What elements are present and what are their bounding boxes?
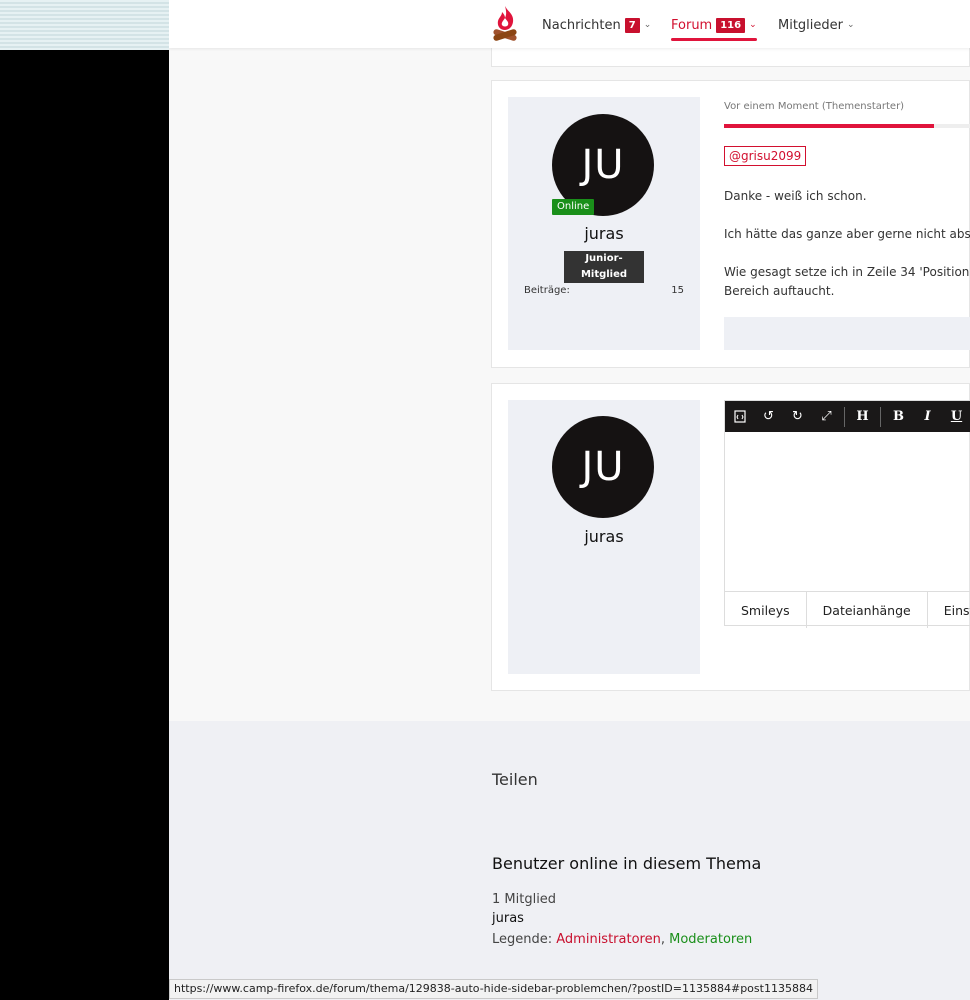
redo-icon[interactable]: ↻ — [783, 401, 812, 432]
toolbar-divider — [844, 406, 845, 427]
editor-toolbar: ↺ ↻ ⤢ H B I U — [725, 401, 970, 432]
browser-status-url: https://www.camp-firefox.de/forum/thema/… — [169, 979, 818, 999]
reply-form-card: JU juras ↺ ↻ ⤢ H B I U Smileys Dateianhä… — [491, 383, 970, 691]
undo-icon[interactable]: ↺ — [754, 401, 783, 432]
nav-forum-count: 116 — [716, 17, 746, 33]
post-line: Bereich auftaucht. — [724, 284, 835, 298]
post-timestamp[interactable]: Vor einem Moment (Themenstarter) — [724, 101, 904, 112]
stats-label: Beiträge: — [524, 285, 570, 296]
forum-post: JU Online juras Junior-Mitglied Beiträge… — [491, 80, 970, 368]
bold-button[interactable]: B — [884, 401, 913, 432]
chevron-down-icon: ⌄ — [847, 20, 855, 30]
avatar[interactable]: JU — [552, 416, 654, 518]
post-line: Wie gesagt setze ich in Zeile 34 'Positi… — [724, 265, 970, 279]
user-legend: Legende: Administratoren, Moderatoren — [492, 932, 752, 947]
expand-icon[interactable]: ⤢ — [812, 401, 841, 432]
nav-forum[interactable]: Forum 116 ⌄ — [671, 15, 757, 41]
editor-tabs: Smileys Dateianhänge Einste — [725, 591, 970, 628]
left-background-stripe — [0, 0, 169, 50]
online-status-badge: Online — [552, 199, 595, 215]
author-post-stats: Beiträge: 15 — [524, 285, 684, 296]
legend-administrators: Administratoren — [556, 932, 661, 947]
author-rank-badge: Junior-Mitglied — [564, 251, 644, 283]
tab-attachments[interactable]: Dateianhänge — [807, 592, 928, 628]
nav-forum-label: Forum — [671, 17, 713, 33]
post-line: Ich hätte das ganze aber gerne nicht abs… — [724, 227, 970, 241]
post-reading-progress — [724, 124, 970, 128]
user-mention[interactable]: @grisu2099 — [724, 146, 807, 166]
tab-settings[interactable]: Einste — [928, 592, 970, 628]
campfire-logo-icon[interactable] — [490, 4, 520, 44]
underline-button[interactable]: U — [942, 401, 970, 432]
post-line: Danke - weiß ich schon. — [724, 189, 867, 203]
post-action-bar — [724, 317, 970, 350]
reply-editor[interactable]: ↺ ↻ ⤢ H B I U Smileys Dateianhänge Einst… — [724, 400, 970, 628]
stats-value: 15 — [671, 285, 684, 296]
legend-separator: , — [660, 932, 670, 947]
nav-nachrichten[interactable]: Nachrichten 7 ⌄ — [542, 15, 651, 35]
toolbar-divider — [880, 406, 881, 427]
tab-smileys[interactable]: Smileys — [725, 592, 807, 628]
chevron-down-icon: ⌄ — [749, 20, 757, 30]
nav-mitglieder-label: Mitglieder — [778, 17, 843, 33]
italic-button[interactable]: I — [913, 401, 942, 432]
legend-moderators: Moderatoren — [669, 932, 753, 947]
legend-label: Legende: — [492, 932, 557, 947]
nav-nachrichten-count: 7 — [624, 17, 640, 33]
author-name[interactable]: juras — [508, 527, 700, 546]
nav-mitglieder[interactable]: Mitglieder ⌄ — [778, 15, 855, 35]
post-author-panel: JU Online juras Junior-Mitglied Beiträge… — [508, 97, 700, 350]
chevron-down-icon: ⌄ — [643, 20, 652, 30]
active-tab-underline — [671, 38, 757, 41]
top-navigation: Nachrichten 7 ⌄ Forum 116 ⌄ Mitglieder ⌄ — [169, 0, 970, 48]
source-icon[interactable] — [725, 401, 754, 432]
reply-author-panel: JU juras — [508, 400, 700, 674]
nav-nachrichten-label: Nachrichten — [542, 17, 621, 33]
users-online-heading: Benutzer online in diesem Thema — [492, 854, 762, 873]
online-member-count: 1 Mitglied — [492, 892, 557, 907]
online-user-link[interactable]: juras — [492, 911, 524, 926]
heading-button[interactable]: H — [848, 401, 877, 432]
author-name[interactable]: juras — [508, 224, 700, 243]
forum-page: Nachrichten 7 ⌄ Forum 116 ⌄ Mitglieder ⌄… — [169, 0, 970, 1000]
page-footer: Teilen Benutzer online in diesem Thema 1… — [169, 721, 970, 1000]
share-heading: Teilen — [492, 770, 538, 789]
